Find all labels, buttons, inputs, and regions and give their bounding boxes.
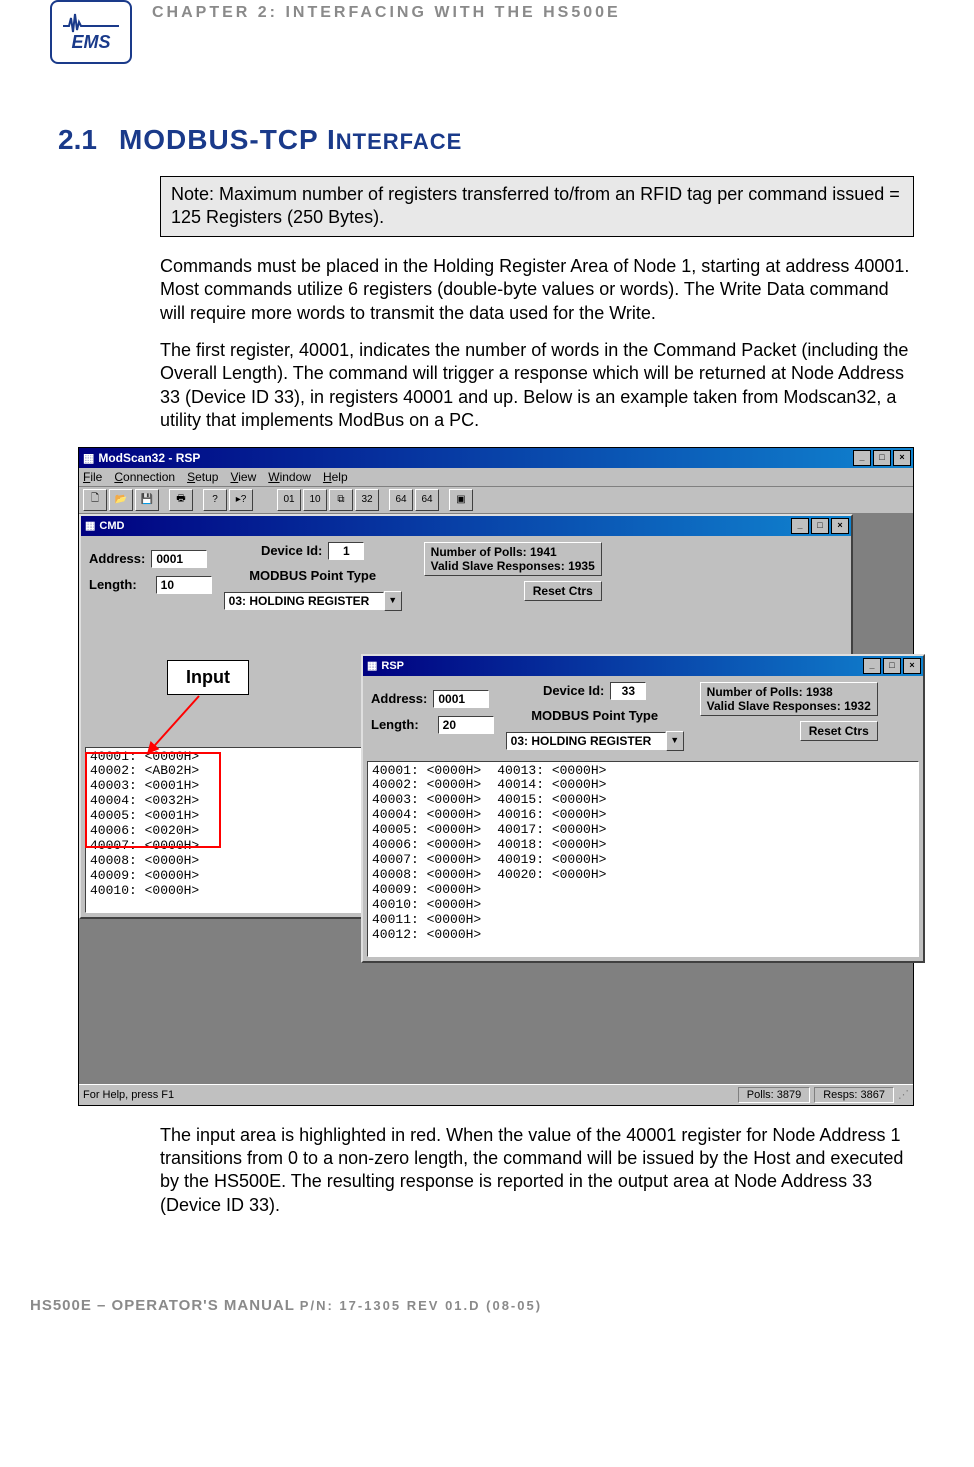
cmd-length-field[interactable]: 10 xyxy=(156,576,212,594)
status-help-text: For Help, press F1 xyxy=(83,1089,174,1101)
status-bar: For Help, press F1 Polls: 3879 Resps: 38… xyxy=(79,1084,913,1105)
rsp-polls-value: 1938 xyxy=(806,685,833,699)
menu-setup[interactable]: Setup xyxy=(187,470,218,484)
device-id-label: Device Id: xyxy=(261,543,322,558)
paragraph-3: The input area is highlighted in red. Wh… xyxy=(160,1124,914,1218)
menubar: File Connection Setup View Window Help xyxy=(79,468,913,487)
cmd-stats-box: Number of Polls: 1941 Valid Slave Respon… xyxy=(424,542,602,576)
toolbar-btn-7[interactable]: ▣ xyxy=(449,489,473,511)
cmd-point-type-dropdown[interactable]: 03: HOLDING REGISTER xyxy=(224,592,384,610)
paragraph-2: The first register, 40001, indicates the… xyxy=(160,339,914,433)
chevron-down-icon[interactable]: ▼ xyxy=(666,731,684,751)
rsp-reset-button[interactable]: Reset Ctrs xyxy=(800,721,878,741)
close-icon[interactable]: × xyxy=(831,518,849,534)
note-box: Note: Maximum number of registers transf… xyxy=(160,176,914,237)
mdi-client-area: ▦ CMD _ □ × Address: 0001 Length: xyxy=(79,514,913,1084)
rsp-address-field[interactable]: 0001 xyxy=(433,690,489,708)
ems-logo: EMS xyxy=(50,0,132,64)
save-icon[interactable]: 💾 xyxy=(135,489,159,511)
menu-connection[interactable]: Connection xyxy=(114,470,175,484)
cmd-titlebar: ▦ CMD _ □ × xyxy=(81,516,851,536)
resize-grip-icon[interactable]: ⋰ xyxy=(898,1088,909,1101)
menu-window[interactable]: Window xyxy=(268,470,311,484)
cmd-register-list: 40001: <0000H> 40002: <AB02H> 40003: <00… xyxy=(85,747,365,913)
help-icon[interactable]: ? xyxy=(203,489,227,511)
toolbar-btn-6[interactable]: 64 xyxy=(415,489,439,511)
section-number: 2.1 xyxy=(58,124,97,156)
length-label: Length: xyxy=(371,717,419,732)
logo-text: EMS xyxy=(71,32,110,53)
paragraph-1: Commands must be placed in the Holding R… xyxy=(160,255,914,325)
toolbar: 🗋 📂 💾 🖶 ? ▸? 01 10 ⧉ 32 64 64 ▣ xyxy=(79,487,913,514)
maximize-icon[interactable]: □ xyxy=(883,658,901,674)
point-type-label: MODBUS Point Type xyxy=(531,708,658,723)
cmd-polls-value: 1941 xyxy=(530,545,557,559)
minimize-icon[interactable]: _ xyxy=(863,658,881,674)
app-title: ModScan32 - RSP xyxy=(98,451,200,465)
maximize-icon[interactable]: □ xyxy=(873,450,891,466)
modscan-screenshot: ▦ ModScan32 - RSP _ □ × File Connection … xyxy=(78,447,914,1106)
minimize-icon[interactable]: _ xyxy=(853,450,871,466)
chevron-down-icon[interactable]: ▼ xyxy=(384,591,402,611)
new-icon[interactable]: 🗋 xyxy=(83,489,107,511)
section-title: MODBUS-TCP INTERFACE xyxy=(119,124,462,156)
rsp-window: ▦ RSP _ □ × Address: 0001 Length: xyxy=(361,654,925,963)
app-titlebar: ▦ ModScan32 - RSP _ □ × xyxy=(79,448,913,468)
rsp-title: RSP xyxy=(381,660,404,672)
status-resps: Resps: 3867 xyxy=(814,1087,894,1103)
print-icon[interactable]: 🖶 xyxy=(169,489,193,511)
cmd-title: CMD xyxy=(99,520,124,532)
toolbar-btn-5[interactable]: 64 xyxy=(389,489,413,511)
address-label: Address: xyxy=(371,691,427,706)
wave-icon xyxy=(61,12,121,34)
rsp-point-type-dropdown[interactable]: 03: HOLDING REGISTER xyxy=(506,732,666,750)
open-icon[interactable]: 📂 xyxy=(109,489,133,511)
status-polls: Polls: 3879 xyxy=(738,1087,810,1103)
toolbar-btn-1[interactable]: 01 xyxy=(277,489,301,511)
window-icon: ▦ xyxy=(85,519,95,532)
toolbar-btn-2[interactable]: 10 xyxy=(303,489,327,511)
chapter-title: CHAPTER 2: INTERFACING WITH THE HS500E xyxy=(152,4,621,22)
context-help-icon[interactable]: ▸? xyxy=(229,489,253,511)
cmd-device-id-field[interactable]: 1 xyxy=(328,542,364,560)
minimize-icon[interactable]: _ xyxy=(791,518,809,534)
input-callout: Input xyxy=(167,660,249,695)
cmd-reset-button[interactable]: Reset Ctrs xyxy=(524,581,602,601)
rsp-register-list: 40001: <0000H> 40002: <0000H> 40003: <00… xyxy=(367,761,919,957)
cmd-valid-value: 1935 xyxy=(568,559,595,573)
app-icon: ▦ xyxy=(83,451,94,465)
rsp-stats-box: Number of Polls: 1938 Valid Slave Respon… xyxy=(700,682,878,716)
rsp-titlebar: ▦ RSP _ □ × xyxy=(363,656,923,676)
length-label: Length: xyxy=(89,577,137,592)
window-icon: ▦ xyxy=(367,659,377,672)
cmd-address-field[interactable]: 0001 xyxy=(151,550,207,568)
rsp-length-field[interactable]: 20 xyxy=(438,716,494,734)
device-id-label: Device Id: xyxy=(543,683,604,698)
menu-view[interactable]: View xyxy=(230,470,256,484)
point-type-label: MODBUS Point Type xyxy=(249,568,376,583)
toolbar-btn-4[interactable]: 32 xyxy=(355,489,379,511)
close-icon[interactable]: × xyxy=(903,658,921,674)
rsp-device-id-field[interactable]: 33 xyxy=(610,682,646,700)
toolbar-btn-3[interactable]: ⧉ xyxy=(329,489,353,511)
close-icon[interactable]: × xyxy=(893,450,911,466)
menu-file[interactable]: File xyxy=(83,470,102,484)
page-footer: HS500E – OPERATOR'S MANUAL P/N: 17-1305 … xyxy=(30,1297,944,1314)
address-label: Address: xyxy=(89,551,145,566)
rsp-valid-value: 1932 xyxy=(844,699,871,713)
maximize-icon[interactable]: □ xyxy=(811,518,829,534)
menu-help[interactable]: Help xyxy=(323,470,348,484)
